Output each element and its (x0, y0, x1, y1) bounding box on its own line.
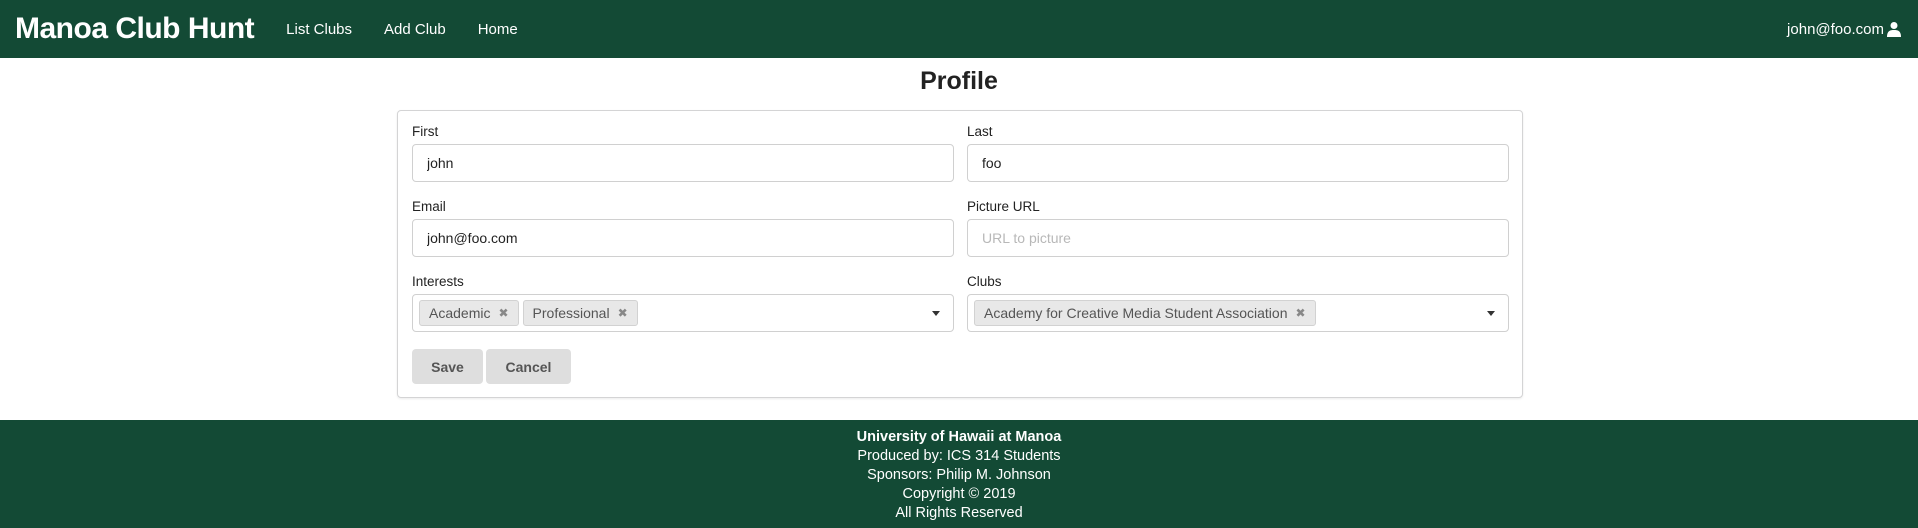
chevron-down-icon[interactable] (1487, 311, 1495, 316)
cancel-button[interactable]: Cancel (486, 349, 571, 384)
user-email[interactable]: john@foo.com (1787, 21, 1884, 38)
nav-link-list-clubs[interactable]: List Clubs (286, 21, 352, 38)
first-label: First (412, 124, 439, 139)
interest-tag: Academic ✖ (419, 300, 519, 326)
club-tag: Academy for Creative Media Student Assoc… (974, 300, 1316, 326)
interest-tag: Professional ✖ (522, 300, 638, 326)
picture-url-label: Picture URL (967, 199, 1040, 214)
last-label: Last (967, 124, 993, 139)
footer-rights: All Rights Reserved (895, 505, 1023, 521)
footer-university: University of Hawaii at Manoa (856, 429, 1062, 445)
footer-copyright: Copyright © 2019 (902, 486, 1016, 502)
footer: University of Hawaii at Manoa Produced b… (0, 420, 1918, 528)
save-button[interactable]: Save (412, 349, 483, 384)
nav-link-add-club[interactable]: Add Club (384, 21, 446, 38)
remove-tag-icon[interactable]: ✖ (618, 306, 628, 320)
brand-title[interactable]: Manoa Club Hunt (15, 12, 255, 46)
interests-label: Interests (412, 274, 464, 289)
interests-select[interactable]: Academic ✖ Professional ✖ (412, 294, 954, 332)
last-field: Last (967, 124, 1509, 182)
picture-url-input[interactable] (967, 219, 1509, 257)
navbar: Manoa Club Hunt List Clubs Add Club Home… (0, 0, 1918, 58)
chevron-down-icon[interactable] (932, 311, 940, 316)
clubs-select[interactable]: Academy for Creative Media Student Assoc… (967, 294, 1509, 332)
remove-tag-icon[interactable]: ✖ (1296, 306, 1306, 320)
user-menu[interactable]: john@foo.com (1787, 0, 1902, 58)
interest-tag-label: Professional (532, 305, 610, 321)
footer-produced-by: Produced by: ICS 314 Students (857, 448, 1061, 464)
page-title: Profile (920, 67, 998, 95)
first-input[interactable] (412, 144, 954, 182)
email-field: Email (412, 199, 954, 257)
email-label: Email (412, 199, 446, 214)
clubs-label: Clubs (967, 274, 1002, 289)
first-field: First (412, 124, 954, 182)
last-input[interactable] (967, 144, 1509, 182)
user-icon[interactable] (1886, 21, 1902, 37)
nav-link-home[interactable]: Home (478, 21, 518, 38)
club-tag-label: Academy for Creative Media Student Assoc… (984, 305, 1288, 321)
interests-field: Interests Academic ✖ Professional ✖ (412, 274, 954, 332)
footer-sponsors: Sponsors: Philip M. Johnson (867, 467, 1051, 483)
email-input[interactable] (412, 219, 954, 257)
interest-tag-label: Academic (429, 305, 491, 321)
remove-tag-icon[interactable]: ✖ (498, 306, 508, 320)
clubs-field: Clubs Academy for Creative Media Student… (967, 274, 1509, 332)
picture-url-field: Picture URL (967, 199, 1509, 257)
